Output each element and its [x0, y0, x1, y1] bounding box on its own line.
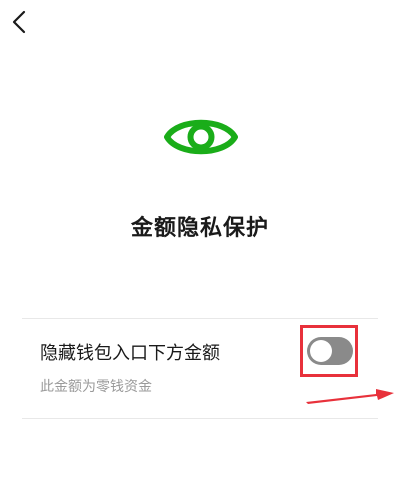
- back-button[interactable]: [6, 6, 34, 38]
- toggle-knob: [310, 340, 332, 362]
- divider: [22, 418, 378, 419]
- setting-subtitle: 此金额为零钱资金: [40, 379, 152, 395]
- divider: [22, 318, 378, 319]
- eye-icon: [162, 110, 240, 164]
- setting-label: 隐藏钱包入口下方金额: [40, 343, 220, 364]
- page-title: 金额隐私保护: [130, 216, 269, 241]
- chevron-left-icon: [12, 10, 26, 34]
- hide-amount-toggle[interactable]: [307, 337, 353, 365]
- privacy-settings-screen: 金额隐私保护 隐藏钱包入口下方金额 此金额为零钱资金: [0, 0, 400, 502]
- arrow-annotation: [306, 384, 396, 406]
